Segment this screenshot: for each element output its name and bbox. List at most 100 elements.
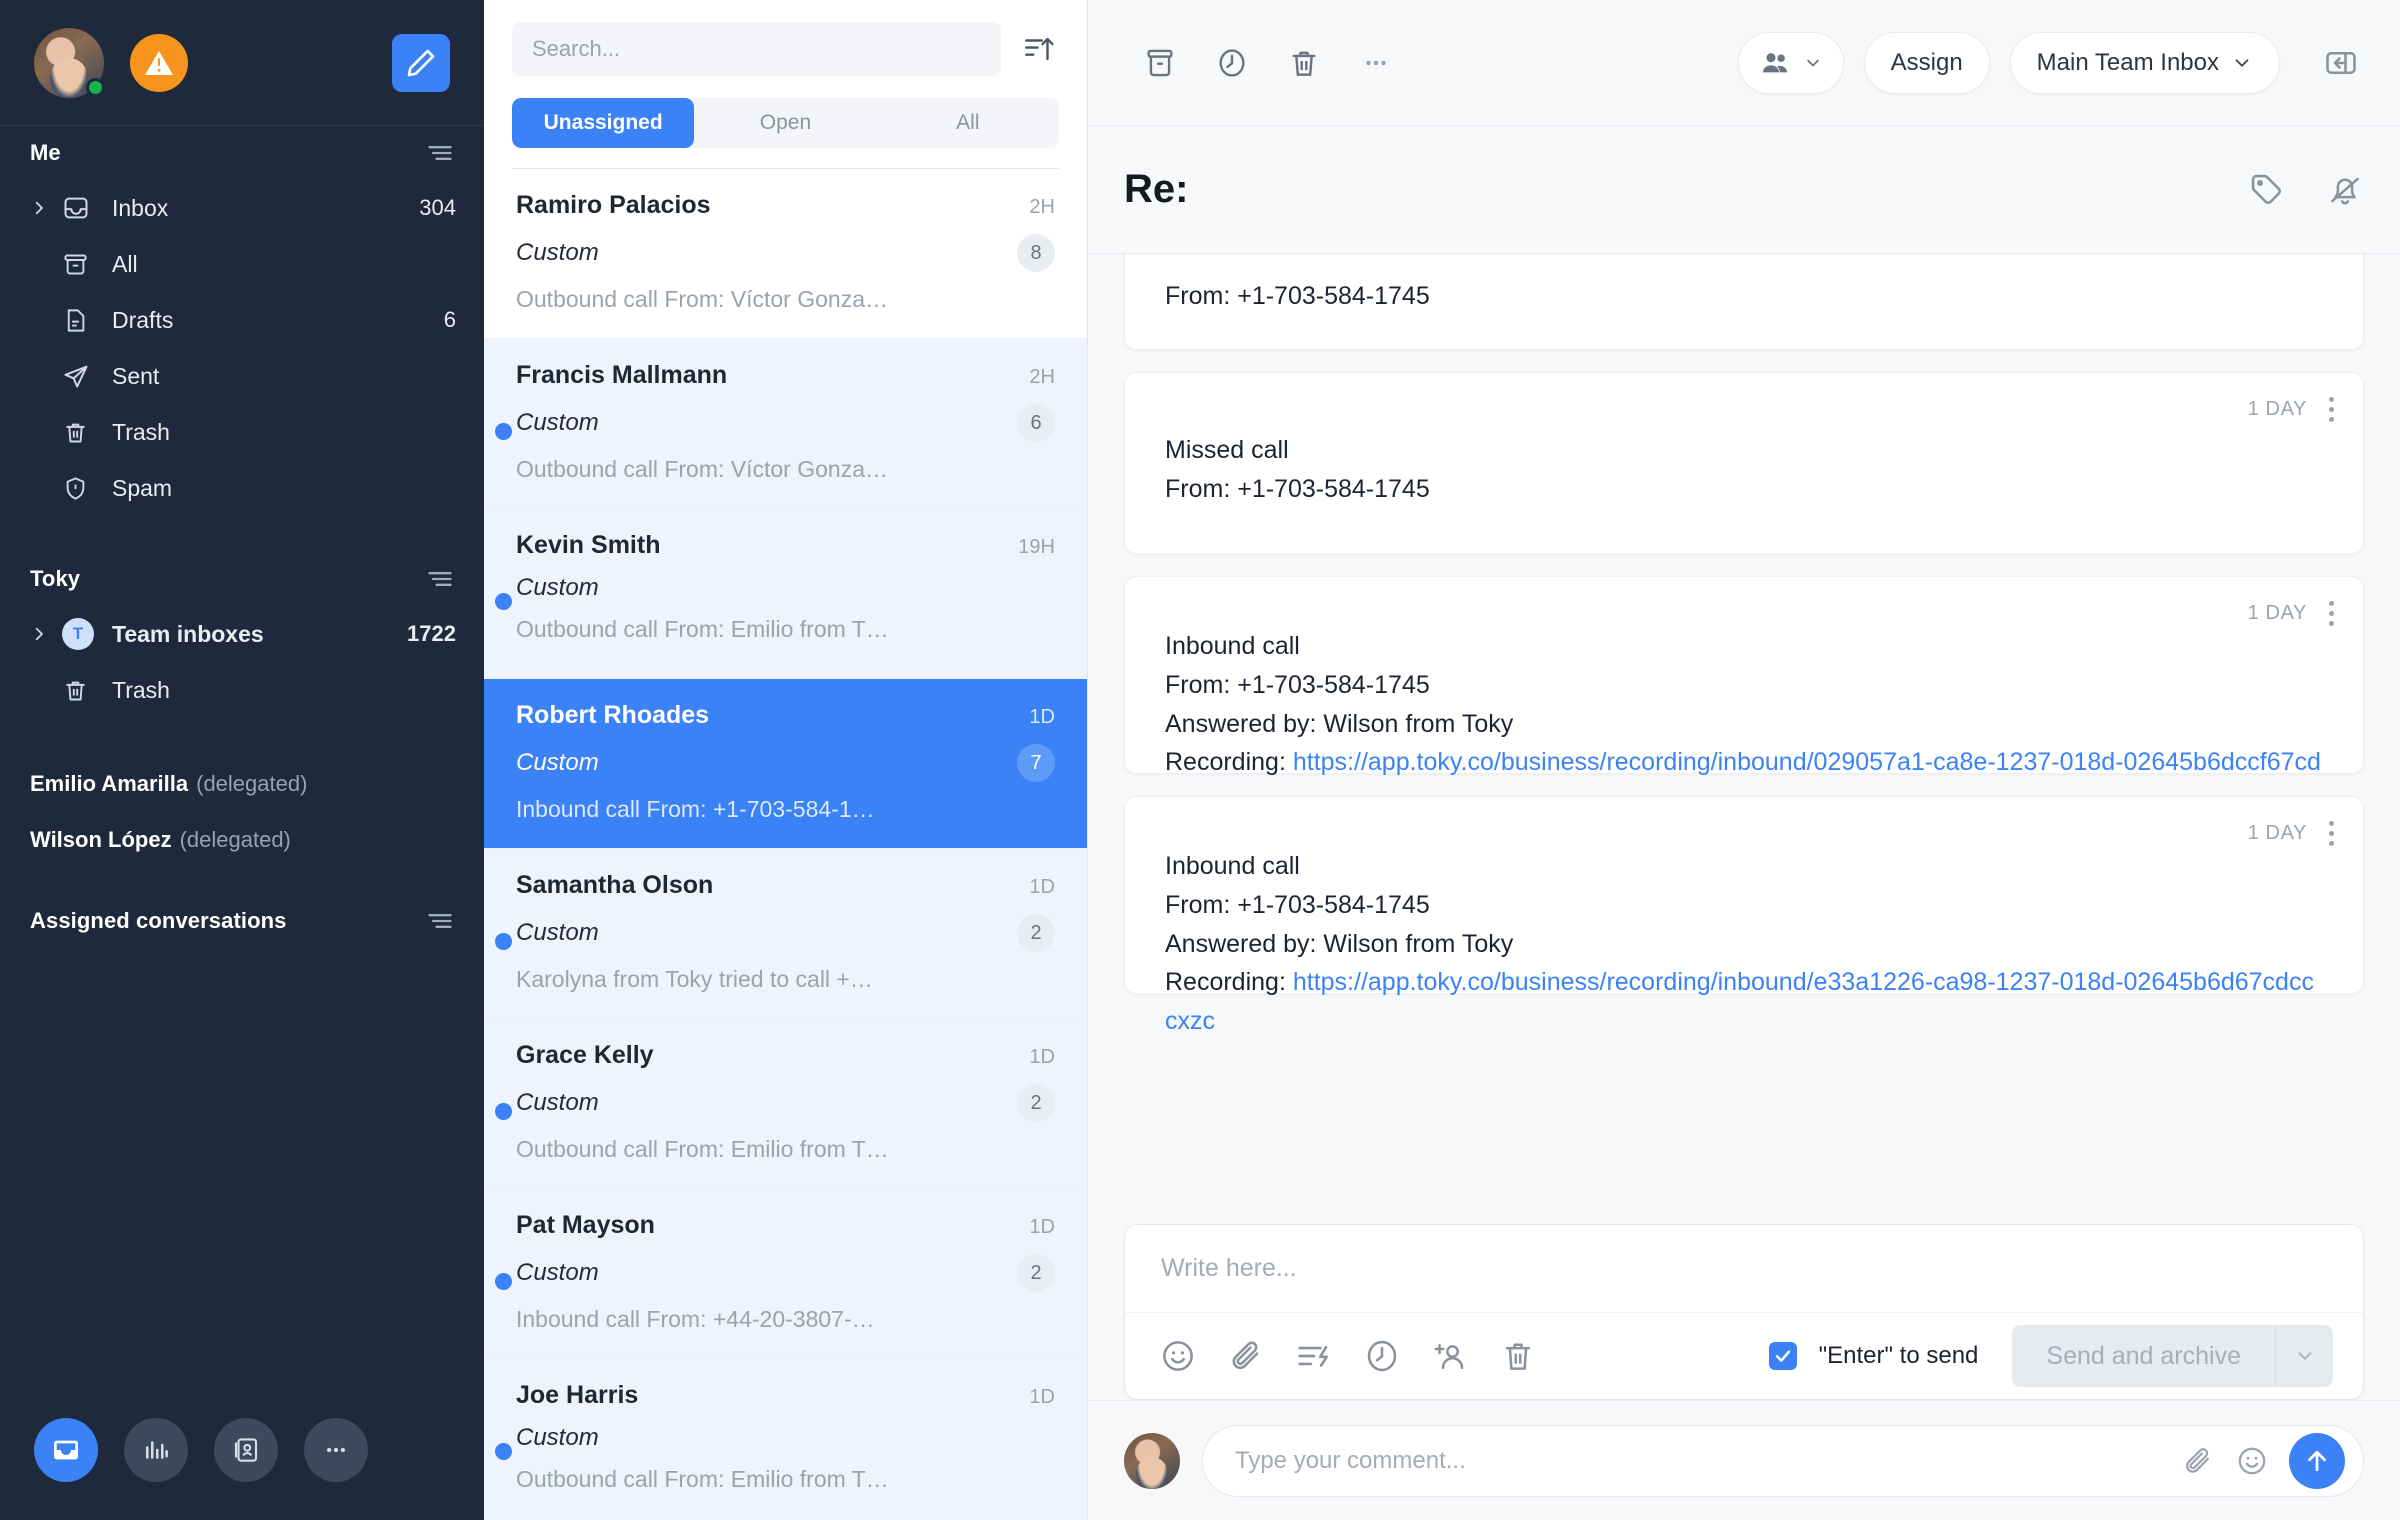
- delegated-name: Emilio Amarilla: [30, 771, 189, 796]
- send-options-chevron-down-icon[interactable]: [2275, 1325, 2333, 1387]
- assignee-selector[interactable]: [1737, 31, 1844, 94]
- sidebar-item-spam[interactable]: Spam: [0, 460, 484, 516]
- contacts-nav-icon[interactable]: [214, 1418, 278, 1482]
- analytics-nav-icon[interactable]: [124, 1418, 188, 1482]
- conversation-badge: 2: [1017, 914, 1055, 952]
- search-row: [512, 22, 1059, 76]
- sidebar-item-inbox[interactable]: Inbox 304: [0, 180, 484, 236]
- conversation-detail-panel: Assign Main Team Inbox Re: From: +1-703-…: [1088, 0, 2400, 1520]
- canned-response-icon[interactable]: [1291, 1333, 1337, 1379]
- conversation-list[interactable]: Ramiro Palacios 2H Custom 8 Outbound cal…: [484, 169, 1087, 1520]
- archive-icon[interactable]: [1124, 32, 1196, 94]
- send-arrow-up-icon[interactable]: [2289, 1432, 2345, 1489]
- message-card[interactable]: 1 DAY Inbound call From: +1-703-584-1745…: [1124, 796, 2364, 1035]
- send-and-archive-button[interactable]: Send and archive: [2012, 1325, 2275, 1387]
- unread-dot: [495, 1443, 512, 1460]
- chevron-right-icon[interactable]: [30, 199, 62, 217]
- conversation-subject: Custom: [516, 1089, 599, 1116]
- tab-open[interactable]: Open: [694, 98, 876, 148]
- attachment-icon[interactable]: [2181, 1444, 2215, 1478]
- reply-input[interactable]: Write here...: [1125, 1225, 2363, 1313]
- toolbar-right-group: Assign Main Team Inbox: [1737, 31, 2372, 94]
- message-card[interactable]: From: +1-703-584-1745: [1124, 254, 2364, 350]
- discard-trash-icon[interactable]: [1495, 1333, 1541, 1379]
- avatar: [1124, 1432, 1180, 1489]
- recording-link[interactable]: https://app.toky.co/business/recording/i…: [1293, 748, 2321, 776]
- tab-unassigned[interactable]: Unassigned: [512, 98, 695, 148]
- conversation-item-pat-mayson[interactable]: Pat Mayson 1D Custom 2 Inbound call From…: [484, 1189, 1087, 1359]
- sidebar-item-all[interactable]: All: [0, 236, 484, 292]
- conversation-snippet: Outbound call From: Emilio from T…: [516, 1466, 889, 1492]
- search-input[interactable]: [512, 22, 1001, 76]
- message-line: From: +1-703-584-1745: [1165, 670, 1430, 699]
- conversation-item-samantha-olson[interactable]: Samantha Olson 1D Custom 2 Karolyna from…: [484, 849, 1087, 1019]
- conversation-time: 2H: [1029, 366, 1055, 388]
- conversation-item-joe-harris[interactable]: Joe Harris 1D Custom Outbound call From:…: [484, 1359, 1087, 1520]
- enter-to-send-checkbox[interactable]: [1768, 1342, 1797, 1370]
- chevron-right-icon[interactable]: [30, 625, 62, 643]
- message-more-icon[interactable]: [2325, 821, 2337, 846]
- attachment-icon[interactable]: [1223, 1333, 1269, 1379]
- conversation-time: 1D: [1029, 1216, 1055, 1238]
- more-nav-icon[interactable]: [304, 1418, 368, 1482]
- filter-icon-me[interactable]: [426, 139, 454, 167]
- message-recording-line: Recording: https://app.toky.co/business/…: [1165, 743, 2323, 782]
- tag-icon[interactable]: [2248, 171, 2286, 209]
- sidebar-item-trash[interactable]: Trash: [0, 404, 484, 460]
- filter-icon-toky[interactable]: [426, 565, 454, 593]
- filter-icon-assigned[interactable]: [426, 907, 454, 935]
- assign-button[interactable]: Assign: [1863, 31, 1990, 94]
- internal-comment-bar: Type your comment...: [1088, 1400, 2400, 1520]
- conversation-item-francis-mallmann[interactable]: Francis Mallmann 2H Custom 6 Outbound ca…: [484, 339, 1087, 509]
- message-card[interactable]: 1 DAY Missed call From: +1-703-584-1745: [1124, 372, 2364, 554]
- conversation-snippet: Outbound call From: Emilio from T…: [516, 1136, 889, 1162]
- sidebar-item-sent[interactable]: Sent: [0, 348, 484, 404]
- collapse-panel-icon[interactable]: [2310, 32, 2372, 94]
- sidebar-item-drafts[interactable]: Drafts 6: [0, 292, 484, 348]
- more-horizontal-icon[interactable]: [1340, 32, 1412, 94]
- message-line: From: +1-703-584-1745: [1165, 890, 1430, 919]
- sidebar-delegated-emilio[interactable]: Emilio Amarilla (delegated): [0, 756, 484, 812]
- sidebar-item-team-inboxes[interactable]: T Team inboxes 1722: [0, 606, 484, 662]
- snooze-clock-icon[interactable]: [1196, 32, 1268, 94]
- conversation-item-kevin-smith[interactable]: Kevin Smith 19H Custom Outbound call Fro…: [484, 509, 1087, 679]
- unread-dot: [495, 1103, 512, 1120]
- trash-icon: [62, 677, 112, 704]
- warning-icon[interactable]: [130, 33, 188, 92]
- sort-ascending-icon[interactable]: [1019, 29, 1059, 69]
- comment-input-wrapper[interactable]: Type your comment...: [1202, 1424, 2364, 1497]
- bell-slash-icon[interactable]: [2326, 171, 2364, 209]
- team-badge-icon: T: [62, 618, 112, 650]
- message-meta: 1 DAY: [2248, 601, 2337, 626]
- sidebar-item-toky-trash[interactable]: Trash: [0, 662, 484, 718]
- conversation-time: 1D: [1029, 706, 1055, 728]
- conversation-snippet: Karolyna from Toky tried to call +…: [516, 966, 873, 992]
- conversation-item-robert-rhoades[interactable]: Robert Rhoades 1D Custom 7 Inbound call …: [484, 679, 1087, 849]
- conversation-item-ramiro-palacios[interactable]: Ramiro Palacios 2H Custom 8 Outbound cal…: [484, 169, 1087, 339]
- message-line: Inbound call: [1165, 852, 1300, 880]
- comment-input[interactable]: Type your comment...: [1235, 1447, 2161, 1475]
- add-participant-icon[interactable]: [1427, 1333, 1473, 1379]
- message-card[interactable]: 1 DAY Inbound call From: +1-703-584-1745…: [1124, 576, 2364, 776]
- reply-composer: Write here... "Enter" to send Send and a…: [1124, 1224, 2364, 1400]
- sidebar-delegated-wilson[interactable]: Wilson López (delegated): [0, 812, 484, 868]
- inbox-nav-icon[interactable]: [34, 1418, 98, 1482]
- message-thread[interactable]: From: +1-703-584-1745 1 DAY Missed call …: [1088, 254, 2400, 1212]
- people-icon: [1759, 47, 1791, 79]
- inbox-selector[interactable]: Main Team Inbox: [2009, 31, 2280, 94]
- emoji-icon[interactable]: [2235, 1444, 2269, 1478]
- conversation-item-grace-kelly[interactable]: Grace Kelly 1D Custom 2 Outbound call Fr…: [484, 1019, 1087, 1189]
- emoji-icon[interactable]: [1155, 1333, 1201, 1379]
- message-more-icon[interactable]: [2325, 601, 2337, 626]
- chevron-down-icon: [2231, 52, 2253, 74]
- avatar[interactable]: [34, 27, 105, 98]
- schedule-clock-icon[interactable]: [1359, 1333, 1405, 1379]
- conversation-toolbar: Assign Main Team Inbox: [1088, 0, 2400, 126]
- compose-button[interactable]: [392, 33, 450, 92]
- message-more-icon[interactable]: [2325, 397, 2337, 422]
- trash-icon[interactable]: [1268, 32, 1340, 94]
- sidebar-item-count-inbox: 304: [419, 195, 456, 220]
- recording-link[interactable]: https://app.toky.co/business/recording/i…: [1165, 968, 2314, 1035]
- tab-all[interactable]: All: [877, 98, 1059, 148]
- message-meta: 1 DAY: [2248, 821, 2337, 846]
